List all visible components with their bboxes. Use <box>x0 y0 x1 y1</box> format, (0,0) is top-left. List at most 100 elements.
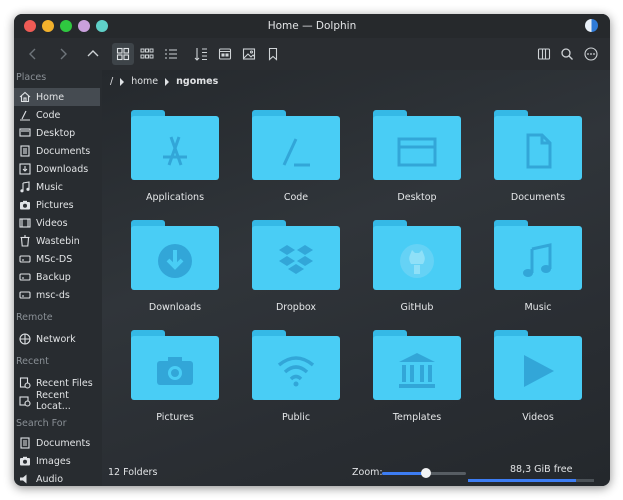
free-space-label: 88,3 GiB free <box>510 464 573 475</box>
downloads-icon <box>19 163 31 175</box>
documents-icon <box>20 145 30 157</box>
sidebar-item-backup[interactable]: Backup <box>14 268 100 286</box>
sidebar-item-label: Recent Locat... <box>36 390 71 412</box>
folder-icon <box>252 330 340 400</box>
folder-applications[interactable]: Applications <box>120 110 230 216</box>
breadcrumb-root[interactable]: / <box>110 76 113 87</box>
sort-icon <box>194 48 207 61</box>
minimize-window-button[interactable] <box>42 20 54 32</box>
sidebar-item-msc-ds-drive[interactable]: MSc-DS <box>14 250 100 268</box>
sidebar-item-search-images[interactable]: Images <box>14 452 100 470</box>
sidebar-item-label: Code <box>36 109 61 121</box>
sidebar-item-label: Documents <box>36 437 91 449</box>
close-window-button[interactable] <box>24 20 36 32</box>
up-button[interactable] <box>82 43 104 65</box>
show-previews-button[interactable] <box>238 43 260 65</box>
zoom-slider-handle[interactable] <box>420 468 431 478</box>
folder-desktop[interactable]: Desktop <box>362 110 472 216</box>
folder-icon <box>131 330 219 400</box>
terminal-icon <box>20 110 30 121</box>
folder-music[interactable]: Music <box>483 220 593 326</box>
menu-button[interactable] <box>580 43 602 65</box>
sidebar-item-search-audio[interactable]: Audio <box>14 470 100 486</box>
maximize-window-button[interactable] <box>60 20 72 32</box>
drive-icon <box>19 255 31 263</box>
forward-button[interactable] <box>52 43 74 65</box>
breadcrumb-current[interactable]: ngomes <box>176 76 218 87</box>
desktop-icon <box>397 137 437 167</box>
sort-button[interactable] <box>190 43 212 65</box>
sidebar-item-documents[interactable]: Documents <box>14 142 100 160</box>
folder-label: Music <box>524 302 552 313</box>
back-icon <box>29 48 36 60</box>
compact-view-button[interactable] <box>136 43 158 65</box>
sidebar-item-label: Backup <box>36 271 71 283</box>
desktop-icon <box>19 128 31 137</box>
sidebar-item-pictures[interactable]: Pictures <box>14 196 100 214</box>
folder-label: Videos <box>522 412 554 423</box>
folder-pictures[interactable]: Pictures <box>120 330 230 436</box>
window-title: Home — Dolphin <box>267 20 357 32</box>
recent-locations-icon <box>19 396 31 407</box>
sidebar-item-label: Pictures <box>36 199 74 211</box>
sidebar-item-wastebin[interactable]: Wastebin <box>14 232 100 250</box>
music-icon <box>20 181 30 193</box>
dropbox-icon <box>279 245 313 274</box>
search-button[interactable] <box>556 43 578 65</box>
sidebar-item-label: Images <box>36 455 71 467</box>
bookmark-button[interactable] <box>262 43 284 65</box>
folder-icon <box>252 110 340 180</box>
sidebar-item-network[interactable]: Network <box>14 330 100 348</box>
camera-icon <box>20 200 30 210</box>
breadcrumb-home[interactable]: home <box>131 76 158 87</box>
folder-templates[interactable]: Templates <box>362 330 472 436</box>
sidebar-item-search-documents[interactable]: Documents <box>14 434 100 452</box>
on-all-desktops-button[interactable] <box>96 20 108 32</box>
folder-public[interactable]: Public <box>241 330 351 436</box>
sidebar-item-label: MSc-DS <box>36 253 73 265</box>
details-view-icon <box>165 49 177 59</box>
folder-icon <box>252 220 340 290</box>
sidebar-item-label: Downloads <box>36 163 89 175</box>
sidebar-item-recent-locations[interactable]: Recent Locat... <box>14 390 100 412</box>
sidebar-item-code[interactable]: Code <box>14 106 100 124</box>
folder-github[interactable]: GitHub <box>362 220 472 326</box>
details-view-button[interactable] <box>160 43 182 65</box>
sidebar-item-label: Documents <box>36 145 91 157</box>
sidebar-item-msc-ds[interactable]: msc-ds <box>14 286 100 304</box>
audio-icon <box>20 474 27 484</box>
icons-view-button[interactable] <box>112 43 134 65</box>
templates-icon <box>399 353 435 388</box>
sidebar-item-label: Home <box>36 91 65 103</box>
drive-icon <box>19 291 31 299</box>
folder-code[interactable]: Code <box>241 110 351 216</box>
document-icon <box>526 133 552 169</box>
sidebar-item-home[interactable]: Home <box>14 88 100 106</box>
sidebar-item-downloads[interactable]: Downloads <box>14 160 100 178</box>
sidebar-item-label: Videos <box>36 217 68 229</box>
sidebar-item-desktop[interactable]: Desktop <box>14 124 100 142</box>
folder-downloads[interactable]: Downloads <box>120 220 230 326</box>
folder-videos[interactable]: Videos <box>483 330 593 436</box>
sidebar-item-music[interactable]: Music <box>14 178 100 196</box>
github-icon <box>400 244 434 278</box>
zoom-slider[interactable] <box>382 468 466 478</box>
folder-label: Downloads <box>148 302 202 313</box>
back-button[interactable] <box>22 43 44 65</box>
preview-button[interactable] <box>214 43 236 65</box>
folder-label: Templates <box>392 412 442 423</box>
folder-documents[interactable]: Documents <box>483 110 593 216</box>
app-globe-icon[interactable] <box>585 19 598 32</box>
bookmark-icon <box>268 47 278 61</box>
keep-above-button[interactable] <box>78 20 90 32</box>
disk-space-used <box>468 479 577 482</box>
folder-dropbox[interactable]: Dropbox <box>241 220 351 326</box>
documents-icon <box>20 437 30 449</box>
preview-icon <box>218 48 232 60</box>
folder-icon <box>373 220 461 290</box>
chevron-right-icon[interactable] <box>119 77 125 86</box>
chevron-right-icon[interactable] <box>164 77 170 86</box>
sidebar-item-videos[interactable]: Videos <box>14 214 100 232</box>
split-view-button[interactable] <box>533 43 555 65</box>
drive-icon <box>19 273 31 281</box>
